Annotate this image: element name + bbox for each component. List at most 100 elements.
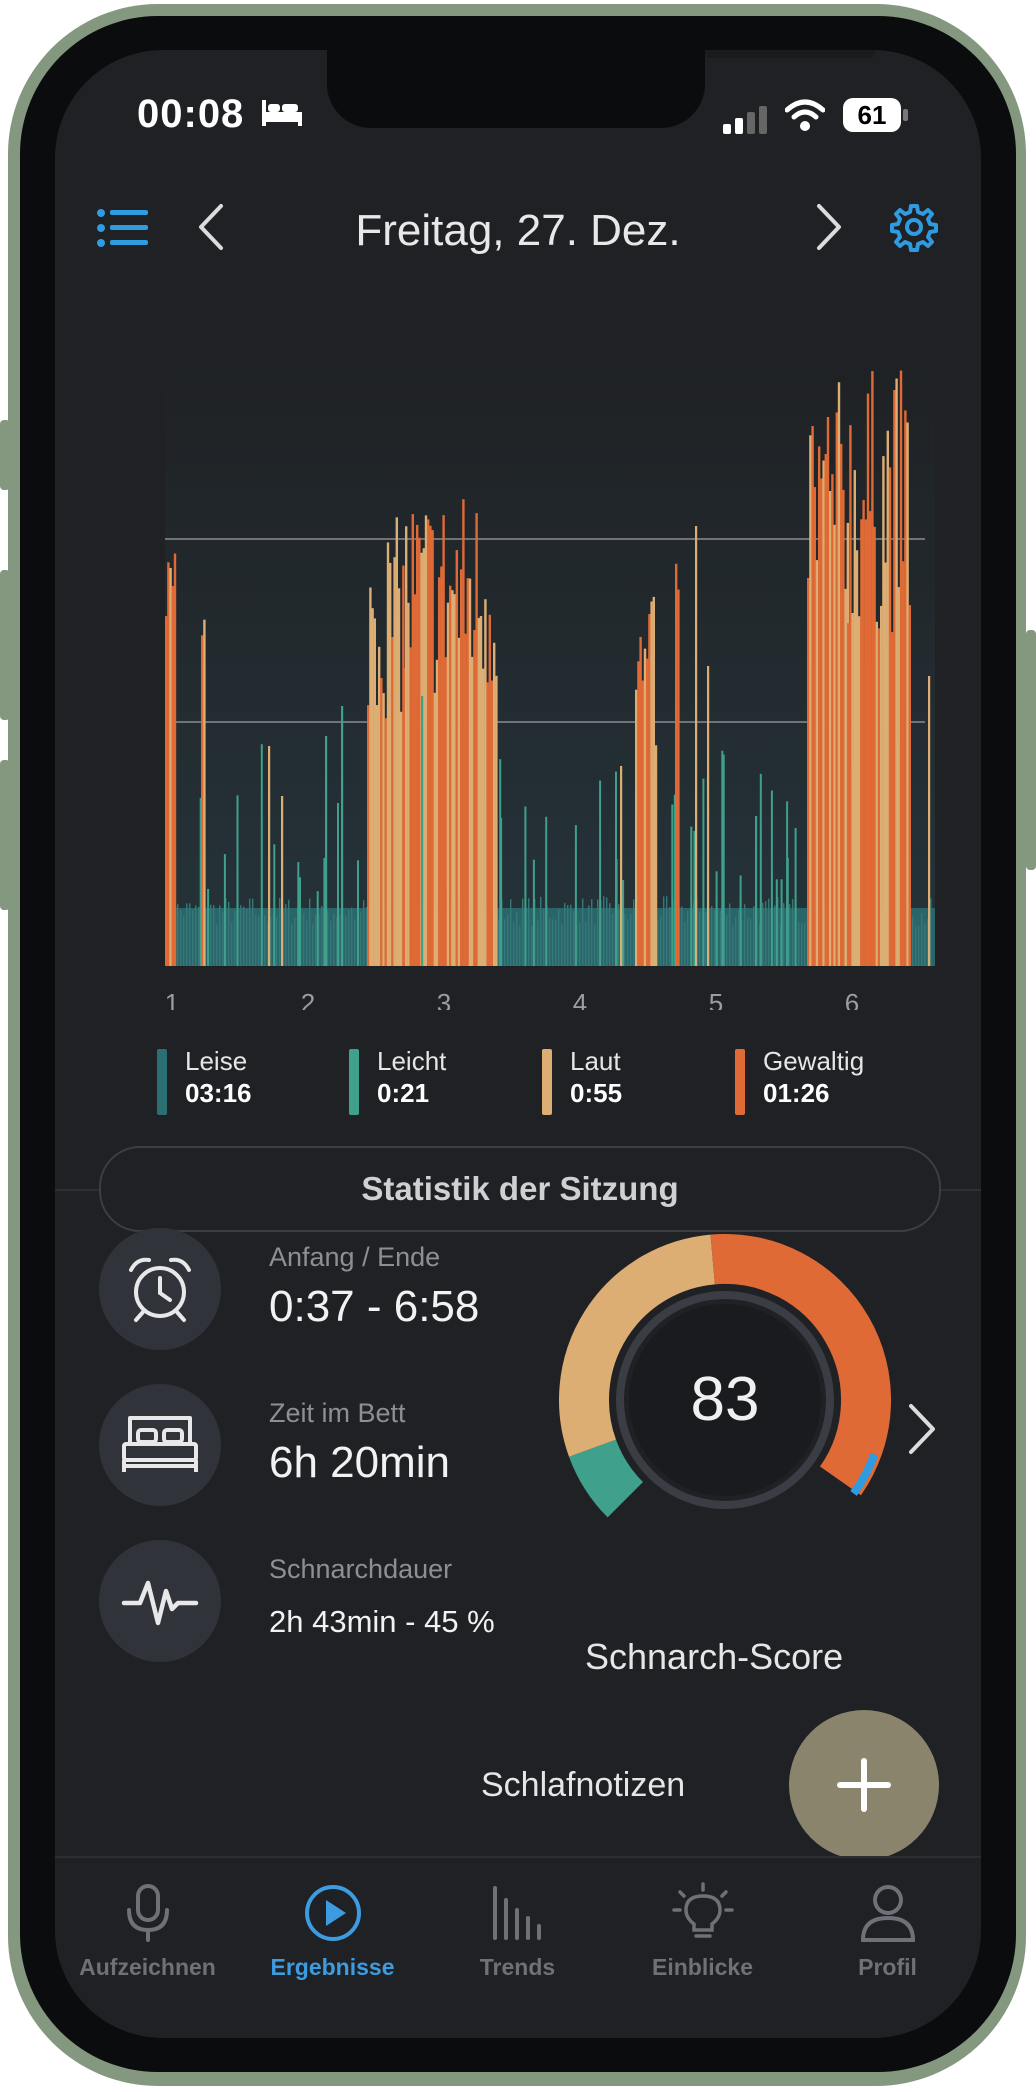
chart-bar [880,605,883,966]
chart-bar [363,900,365,966]
chart-bar [532,859,535,966]
x-tick-label: 2 [301,988,315,1010]
chart-bar [299,877,301,966]
chart-bar [606,897,608,966]
chart-bar [705,912,707,966]
chart-bar [488,614,491,966]
chart-bar [657,920,659,966]
chart-bar [375,705,379,966]
chart-bar [860,519,863,966]
x-tick-label: 1 [165,988,179,1010]
chart-bar [270,917,272,966]
chart-bar [279,897,281,966]
score-gauge[interactable]: 83 [555,1230,895,1530]
chart-bar [801,923,803,966]
chart-bar [588,905,590,966]
chart-bar [384,718,387,966]
chart-bar [457,637,461,966]
chart-bar [871,371,874,967]
chart-bar [451,590,454,966]
chart-bar [493,642,496,966]
chart-bar [720,910,722,966]
chart-bar [288,899,290,966]
legend-label: Gewaltig [763,1046,865,1076]
chart-bar [475,513,478,966]
tab-bar: Aufzeichnen Ergebnisse Trends Einblicke … [55,1856,981,2038]
chart-bar [177,904,179,966]
chart-bar [618,904,620,966]
tab-trends[interactable]: Trends [425,1858,610,2018]
chart-bar [528,898,530,966]
chart-bar [899,370,903,966]
chart-bar [663,896,665,966]
plus-icon [837,1758,891,1812]
stat-start-end [99,1228,221,1350]
chart-bar [721,750,724,966]
chart-bar [695,526,698,966]
chart-bar [165,616,168,966]
chart-bar [395,517,398,966]
bed-icon [262,100,302,126]
score-label: Schnarch-Score [585,1636,844,1677]
chart-bar [558,909,560,966]
chart-bar [789,904,791,966]
legend-value: 01:26 [763,1078,830,1108]
chart-bar [442,515,445,966]
chart-bar [386,542,390,966]
tab-label: Aufzeichnen [79,1954,216,1980]
score-details-chevron-icon[interactable] [907,1402,937,1456]
chart-bar [357,860,359,966]
tab-aufzeichnen[interactable]: Aufzeichnen [55,1858,240,2018]
chart-bar [516,911,518,966]
chart-bar [635,689,638,966]
chart-bar [223,854,226,966]
legend-value: 03:16 [185,1078,252,1108]
chart-bar [804,922,806,966]
microphone-icon [127,1884,169,1942]
chart-bar [753,906,755,966]
add-sleep-note-button[interactable] [789,1710,939,1860]
chart-bar [597,899,599,966]
chart-bar [855,550,859,966]
chart-bar [762,902,764,966]
chart-bar [654,745,658,966]
start-end-value: 0:37 - 6:58 [269,1282,480,1331]
chart-bar [780,879,783,966]
chart-bar [519,925,521,966]
chart-bar [579,922,581,966]
tab-ergebnisse[interactable]: Ergebnisse [240,1858,425,2018]
chart-bar [543,909,545,966]
chart-bar [826,417,830,966]
chart-bar [189,903,191,966]
chart-bar [389,562,392,966]
chart-bar [599,780,602,966]
chart-bar [847,623,850,966]
chart-bar [348,910,350,966]
chart-bar [641,680,644,966]
chart-bar [652,596,655,966]
session-stats-button[interactable]: Statistik der Sitzung [99,1146,941,1232]
gear-icon[interactable] [889,202,939,252]
chart-bar [369,587,372,966]
chart-bar [524,806,527,966]
chart-bar [798,921,800,966]
chart-bar [325,736,328,966]
tab-profil[interactable]: Profil [795,1858,980,2018]
chart-bar [180,910,182,966]
chart-bar [739,875,742,966]
chart-bar [500,818,503,966]
chart-bar [268,746,271,966]
chart-bar [738,909,740,966]
chart-bar [921,913,923,966]
x-tick-label: 6 [845,988,859,1010]
chart-bar [462,499,465,966]
chart-bar [630,913,632,966]
chart-bar [171,586,174,966]
chart-bar [891,632,894,966]
next-day-button[interactable] [813,202,845,252]
chart-bar [750,918,752,966]
tab-einblicke[interactable]: Einblicke [610,1858,795,2018]
chart-bar [904,410,907,966]
battery-indicator: 61 [843,98,901,132]
chart-bar [864,519,867,966]
